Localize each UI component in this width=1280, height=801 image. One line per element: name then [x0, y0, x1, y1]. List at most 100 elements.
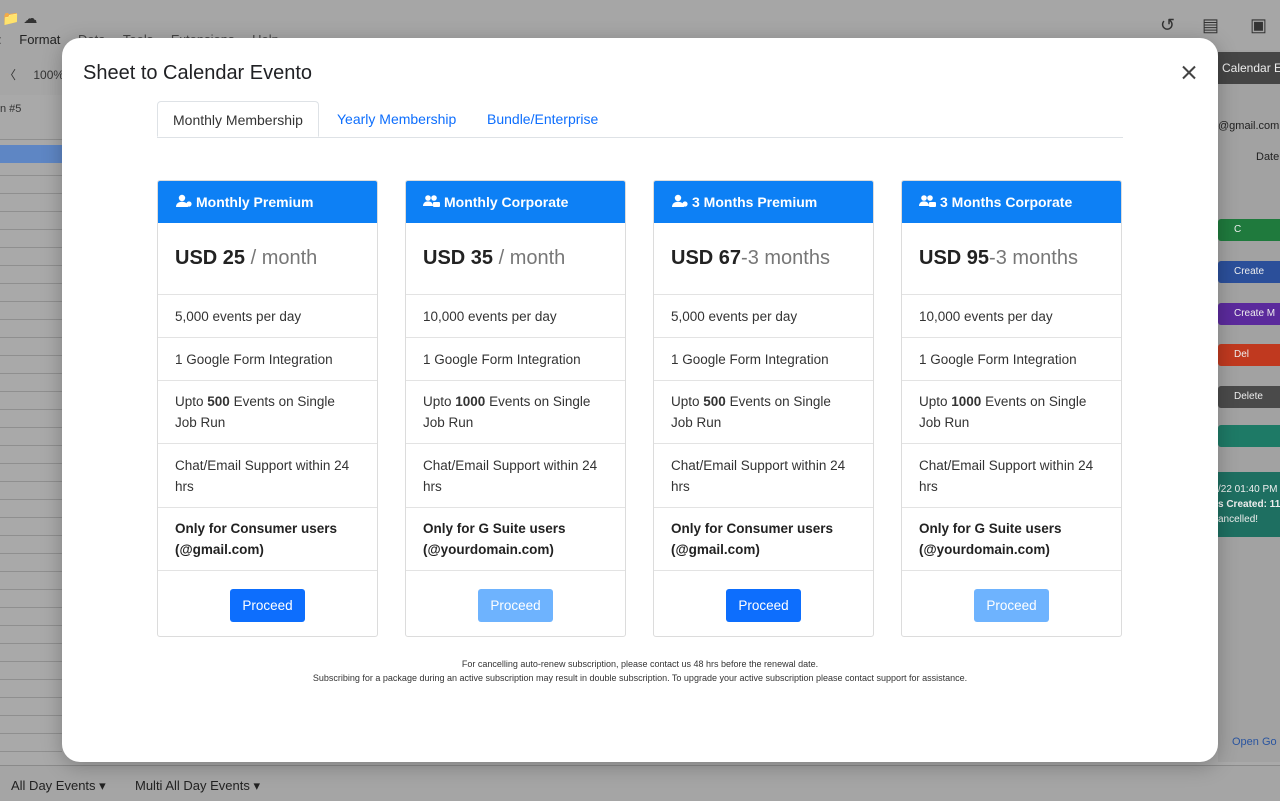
paint-format-icon[interactable]: 〈 — [4, 68, 16, 82]
sidebar-button-2[interactable]: Create — [1218, 261, 1280, 283]
feature-events-per-day: 5,000 events per day — [654, 295, 873, 338]
users-icon — [919, 194, 940, 211]
feature-support: Chat/Email Support within 24 hrs — [902, 444, 1121, 508]
feature-events-per-day: 5,000 events per day — [158, 295, 377, 338]
feature-events-per-day: 10,000 events per day — [902, 295, 1121, 338]
video-call-icon[interactable]: ▣ — [1250, 15, 1267, 36]
feature-job-run: Upto 1000 Events on Single Job Run — [406, 381, 625, 444]
plan-card: 3 Months Premium USD 67 -3 months 5,000 eve… — [653, 180, 874, 637]
feature-form-integration: 1 Google Form Integration — [158, 338, 377, 381]
feature-audience: Only for Consumer users (@gmail.com) — [158, 508, 377, 571]
proceed-button[interactable]: Proceed — [726, 588, 801, 622]
plan-header: Monthly Premium — [158, 181, 377, 223]
user-icon — [175, 194, 196, 211]
zoom-level[interactable]: 100% — [33, 68, 64, 82]
tab-yearly-membership[interactable]: Yearly Membership — [322, 101, 471, 137]
folder-icon: 📁 ☁ — [2, 10, 38, 26]
comment-icon[interactable]: ▤ — [1202, 15, 1219, 36]
plan-footer: Proceed — [406, 571, 625, 639]
toolbar: 〈 100% — [4, 66, 64, 83]
feature-events-per-day: 10,000 events per day — [406, 295, 625, 338]
users-icon — [423, 194, 444, 211]
price-amount: USD 35 — [423, 247, 494, 269]
sidebar-button-1[interactable]: C — [1218, 219, 1280, 241]
cancel-note: For cancelling auto-renew subscription, … — [461, 659, 819, 669]
sheet-tab-all-day[interactable]: All Day Events ▾ — [11, 778, 106, 794]
proceed-button[interactable]: Proceed — [230, 588, 305, 622]
feature-audience: Only for Consumer users (@gmail.com) — [654, 508, 873, 571]
sidebar-title: Calendar Ev — [1218, 52, 1280, 84]
sheet-grid — [0, 122, 62, 762]
sidebar-status-info: /22 01:40 PM s Created: 11 ancelled! — [1218, 472, 1280, 537]
tab-monthly-membership[interactable]: Monthly Membership — [157, 101, 319, 137]
sidebar-date-label[interactable]: Date — [1218, 151, 1280, 163]
sidebar-button-3[interactable]: Create M — [1218, 303, 1280, 325]
sidebar-button-5[interactable]: Delete — [1218, 386, 1280, 408]
feature-form-integration: 1 Google Form Integration — [406, 338, 625, 381]
feature-text: Upto — [919, 394, 952, 409]
plan-name: 3 Months Premium — [692, 194, 818, 210]
upgrade-note: Subscribing for a package during an acti… — [312, 673, 968, 683]
status-line: /22 01:40 PM — [1218, 484, 1278, 495]
sidebar-button-6[interactable] — [1218, 425, 1280, 447]
feature-text: Upto — [671, 394, 704, 409]
proceed-button[interactable]: Proceed — [478, 588, 553, 622]
feature-text: Upto — [175, 394, 208, 409]
selected-row — [0, 145, 62, 163]
feature-job-run: Upto 1000 Events on Single Job Run — [902, 381, 1121, 444]
plan-header: Monthly Corporate — [406, 181, 625, 223]
menu-item-format[interactable]: Format — [19, 32, 60, 47]
feature-form-integration: 1 Google Form Integration — [902, 338, 1121, 381]
feature-audience: Only for G Suite users (@yourdomain.com) — [406, 508, 625, 571]
history-icon[interactable]: ↺ — [1160, 15, 1175, 36]
plan-card: 3 Months Corporate USD 95 -3 months 10,000 … — [901, 180, 1122, 637]
feature-support: Chat/Email Support within 24 hrs — [654, 444, 873, 508]
price-amount: USD 67 — [671, 247, 742, 269]
feature-number: 1000 — [455, 394, 486, 409]
plan-footer: Proceed — [158, 571, 377, 639]
feature-audience: Only for G Suite users (@yourdomain.com) — [902, 508, 1121, 571]
status-line: s Created: 11 — [1218, 499, 1280, 510]
feature-job-run: Upto 500 Events on Single Job Run — [654, 381, 873, 444]
proceed-button[interactable]: Proceed — [974, 588, 1049, 622]
name-box[interactable]: n #5 — [0, 103, 21, 115]
sidebar-open-link[interactable]: Open Go — [1232, 736, 1277, 748]
price-period: / month — [493, 247, 566, 269]
plan-price: USD 95 -3 months — [902, 223, 1121, 295]
tab-bundle-enterprise[interactable]: Bundle/Enterprise — [472, 101, 613, 137]
price-amount: USD 25 — [175, 247, 246, 269]
feature-number: 500 — [207, 394, 230, 409]
sidebar-button-4[interactable]: Del — [1218, 344, 1280, 366]
plan-name: Monthly Premium — [196, 194, 314, 210]
feature-job-run: Upto 500 Events on Single Job Run — [158, 381, 377, 444]
plan-card: Monthly Corporate USD 35 / month 10,000 ev… — [405, 180, 626, 637]
plan-header: 3 Months Premium — [654, 181, 873, 223]
feature-text: Upto — [423, 394, 456, 409]
sidebar-email: @gmail.com — [1218, 120, 1280, 132]
plan-footer: Proceed — [654, 571, 873, 639]
price-amount: USD 95 — [919, 247, 990, 269]
plan-header: 3 Months Corporate — [902, 181, 1121, 223]
user-icon — [671, 194, 692, 211]
plan-footer: Proceed — [902, 571, 1121, 639]
plan-price: USD 67 -3 months — [654, 223, 873, 295]
status-line: ancelled! — [1218, 514, 1259, 525]
feature-support: Chat/Email Support within 24 hrs — [406, 444, 625, 508]
pricing-dialog: Sheet to Calendar Evento Monthly Members… — [62, 38, 1218, 762]
plan-name: Monthly Corporate — [444, 194, 569, 210]
feature-support: Chat/Email Support within 24 hrs — [158, 444, 377, 508]
membership-tabs: Monthly Membership Yearly Membership Bun… — [157, 101, 1123, 138]
feature-number: 1000 — [951, 394, 982, 409]
dialog-title: Sheet to Calendar Evento — [83, 62, 313, 84]
plan-price: USD 35 / month — [406, 223, 625, 295]
plan-card: Monthly Premium USD 25 / month 5,000 event… — [157, 180, 378, 637]
sheet-tab-multi-all-day[interactable]: Multi All Day Events ▾ — [135, 778, 260, 794]
price-period: -3 months — [741, 247, 830, 269]
feature-number: 500 — [703, 394, 726, 409]
price-period: -3 months — [989, 247, 1078, 269]
feature-form-integration: 1 Google Form Integration — [654, 338, 873, 381]
price-period: / month — [245, 247, 318, 269]
close-icon[interactable] — [1178, 62, 1200, 84]
plan-price: USD 25 / month — [158, 223, 377, 295]
plan-name: 3 Months Corporate — [940, 194, 1073, 210]
